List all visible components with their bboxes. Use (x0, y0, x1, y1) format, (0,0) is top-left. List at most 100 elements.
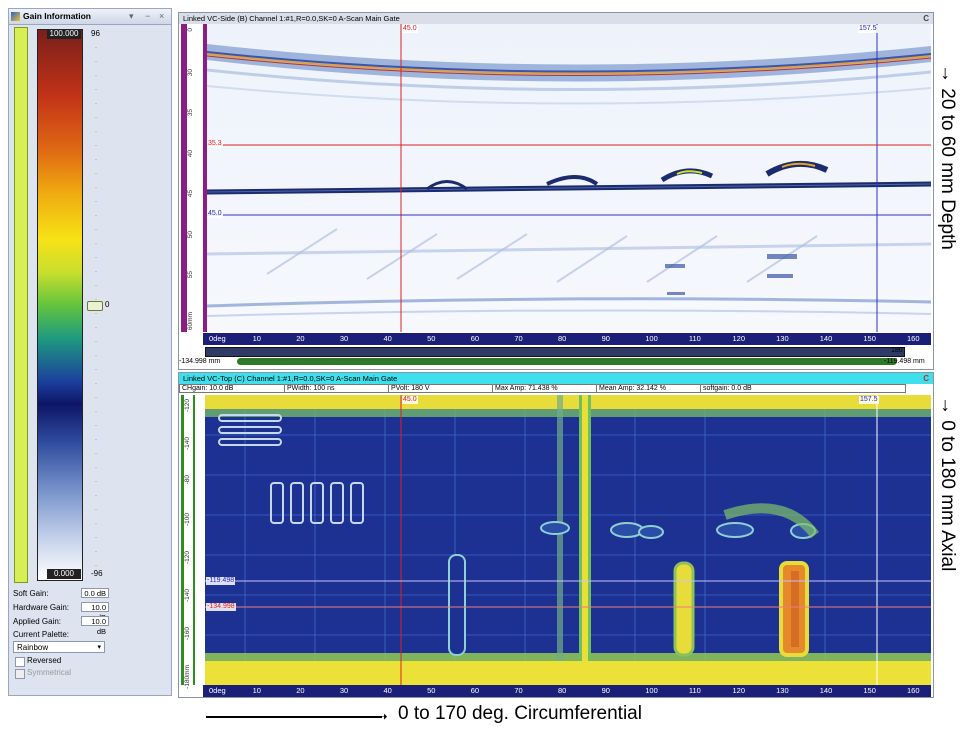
axis-tick-label: 90 (601, 334, 610, 343)
scroll-right-top-value: 180 (891, 347, 903, 354)
axis-tick-label: 30 (339, 334, 349, 343)
axis-tick-label: 10 (252, 334, 261, 343)
ruler-tick-label: -100 (184, 513, 191, 527)
axis-tick-label: 20 (296, 686, 305, 695)
axial-scrollbar[interactable] (205, 347, 905, 357)
reversed-checkbox[interactable] (15, 657, 25, 667)
axis-tick-label: 120 (732, 686, 746, 695)
reversed-label: Reversed (27, 656, 62, 665)
info-softgain: softgain: 0.0 dB (700, 385, 752, 393)
blue-axial-cursor-label: -119.498 (206, 577, 236, 585)
index-scrollbar[interactable] (237, 358, 897, 365)
axis-tick-label: 40 (383, 334, 392, 343)
soft-gain-field[interactable]: 0.0 dB (81, 588, 109, 598)
red-cursor-label: 45.0 (402, 396, 418, 404)
ruler-tick-label: 35 (187, 109, 194, 117)
gain-panel-title: Gain Information (23, 11, 91, 21)
ruler-tick-label: 40 (187, 149, 194, 157)
info-pvolt: PVolt: 180 V (388, 385, 430, 393)
axis-tick-label: 120 (732, 334, 746, 343)
info-chgain: CHgain: 10.0 dB (182, 385, 234, 392)
side-view-pane: Linked VC-Side (B) Channel 1:#1,R=0.0,SK… (178, 12, 934, 370)
ruler-tick-label: 30 (187, 68, 194, 76)
top-view-image[interactable]: 45.0 157.5 -119.498 -134.998 (205, 395, 931, 685)
axis-tick-label: 40 (383, 686, 392, 695)
ruler-tick-label: -120 (184, 399, 191, 413)
axis-tick-label: 150 (863, 334, 876, 343)
axis-tick-label: 110 (688, 686, 701, 695)
pin-icon[interactable]: − (145, 11, 150, 21)
ruler-tick-label: -180mm (184, 665, 191, 689)
ruler-tick-label: 60mm (187, 312, 194, 331)
axis-tick-label: 20 (296, 334, 305, 343)
chevron-down-icon: ▾ (97, 644, 101, 651)
gain-slider-thumb[interactable] (87, 301, 103, 311)
blue-depth-cursor-label: 45.0 (207, 210, 223, 218)
top-view-title: Linked VC-Top (C) Channel 1:#1,R=0.0,SK=… (179, 373, 933, 384)
circumferential-axis: 0deg 10 20 30 40 50 60 70 80 90 100 110 120 130 140 150… (203, 333, 931, 345)
scroll-left-value: -134.998 mm (179, 358, 221, 365)
ruler-tick-label: -120 (184, 551, 191, 565)
close-icon[interactable]: × (159, 11, 164, 21)
axis-tick-label: 100 (645, 686, 658, 695)
axis-tick-label: 50 (427, 334, 436, 343)
red-cursor-label: 45.0 (402, 25, 418, 33)
axis-tick-label: 70 (514, 334, 523, 343)
ruler-tick-label: 50 (187, 230, 194, 239)
depth-ruler[interactable]: 0 30 35 40 45 50 55 60mm (181, 24, 207, 332)
axis-tick-label: 140 (819, 334, 833, 343)
symmetrical-checkbox[interactable] (15, 669, 25, 679)
axis-tick-label: 140 (819, 686, 833, 695)
palette-min-value: 0.000 (47, 569, 81, 579)
axial-ruler[interactable]: -120 -140 -80 -100 -120 -140 -160 -180mm (181, 395, 195, 689)
axial-annotation: → 0 to 180 mm Axial (937, 396, 958, 572)
axis-tick-label: 50 (427, 686, 436, 695)
red-axial-cursor-label: -134.998 (206, 603, 236, 611)
axis-tick-label: 150 (863, 686, 876, 695)
blue-cursor-label: 157.5 (858, 25, 878, 33)
axis-tick-label: 130 (776, 334, 789, 343)
color-palette-bar (37, 29, 83, 581)
palette-max-value: 100.000 (47, 29, 81, 39)
app-icon (11, 12, 20, 21)
circumferential-arrow-line (206, 716, 382, 718)
info-max-amp: Max Amp: 71.438 % (492, 385, 558, 393)
ruler-tick-label: -140 (184, 589, 191, 603)
top-view-pane: Linked VC-Top (C) Channel 1:#1,R=0.0,SK=… (178, 372, 934, 698)
dropdown-icon[interactable]: ▾ (129, 11, 134, 22)
axis-tick-label: 10 (252, 686, 261, 695)
pane-menu-icon[interactable]: C (923, 373, 929, 384)
circumferential-annotation: 0 to 170 deg. Circumferential (398, 703, 642, 724)
axis-tick-label: 100 (645, 334, 658, 343)
palette-select[interactable]: Rainbow ▾ (13, 641, 105, 653)
axis-tick-label: 0deg (209, 334, 226, 343)
axis-tick-label: 130 (776, 686, 789, 695)
axis-tick-label: 60 (470, 686, 480, 695)
side-view-scan (207, 24, 931, 332)
palette-select-value: Rainbow (17, 643, 49, 652)
gain-panel-title-bar[interactable]: Gain Information ▾ − × (9, 9, 171, 25)
soft-gain-label: Soft Gain: (13, 589, 49, 598)
slider-mid-label: 0 (105, 300, 110, 309)
axis-tick-label: 60 (470, 334, 480, 343)
side-view-title-text: Linked VC-Side (B) Channel 1:#1,R=0.0,SK… (183, 14, 400, 23)
side-view-image[interactable]: 45.0 157.5 35.3 45.0 (207, 24, 931, 332)
symmetrical-label: Symmetrical (27, 668, 72, 677)
hardware-gain-field: 10.0 dB (81, 602, 109, 622)
gain-ruler (14, 27, 28, 583)
acquisition-info-row: CHgain: 10.0 dB PWidth: 100 ns PVolt: 18… (179, 384, 906, 393)
axis-tick-label: 0deg (209, 686, 226, 695)
ruler-tick-label: 45 (187, 190, 194, 198)
pane-menu-icon[interactable]: C (923, 13, 929, 24)
info-mean-amp: Mean Amp: 32.142 % (596, 385, 666, 393)
axis-tick-label: 30 (339, 686, 349, 695)
depth-annotation: → 20 to 60 mm Depth (937, 64, 958, 250)
axis-tick-label: 110 (688, 334, 701, 343)
axis-tick-label: 80 (558, 334, 567, 343)
current-palette-label: Current Palette: (13, 630, 70, 639)
red-depth-cursor-label: 35.3 (207, 140, 223, 148)
ruler-tick-label: -140 (184, 437, 191, 451)
gain-information-panel: Gain Information ▾ − × 100.000 0.000 96 … (8, 8, 172, 696)
ruler-tick-label: 55 (187, 271, 194, 279)
info-pwidth: PWidth: 100 ns (284, 385, 334, 393)
